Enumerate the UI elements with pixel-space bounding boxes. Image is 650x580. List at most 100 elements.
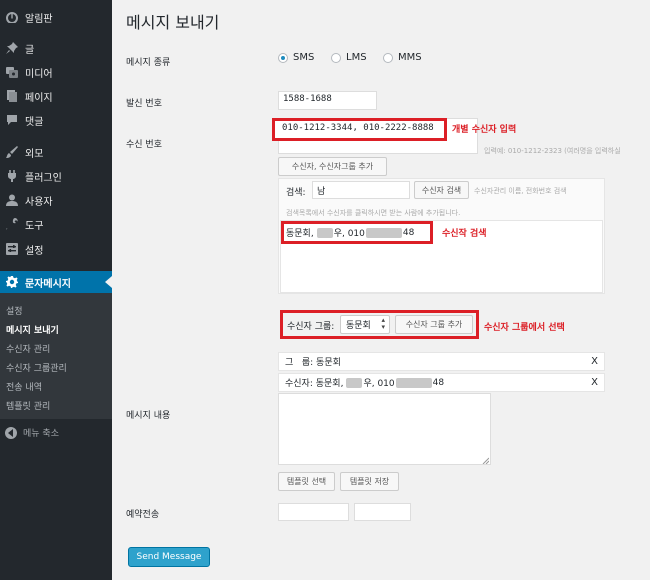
blurred-number: [395, 377, 432, 388]
sms-submenu: 설정 메시지 보내기 수신자 관리 수신자 그룹관리 전송 내역 템플릿 관리: [0, 293, 112, 419]
submenu-recipients[interactable]: 수신자 관리: [6, 342, 50, 355]
menu-sms-active[interactable]: 문자메시지: [0, 271, 112, 293]
search-result-prefix: 동문회,: [286, 229, 314, 239]
add-recipient-button[interactable]: 수신자, 수신자그룹 추가: [278, 157, 387, 176]
menu-posts[interactable]: 글: [0, 38, 112, 58]
radio-sms-dot: [278, 52, 288, 63]
plugin-icon: [5, 169, 19, 183]
page-icon: [5, 89, 19, 103]
remove-recipient-button[interactable]: X: [591, 377, 598, 388]
menu-pages[interactable]: 페이지: [0, 86, 112, 106]
blurred-name: [316, 227, 333, 238]
recipient-number-label: 수신 번호: [126, 140, 162, 150]
menu-dashboard[interactable]: 알림판: [0, 7, 112, 27]
search-hint: 수신자관리 이름, 전화번호 검색: [474, 187, 567, 195]
submenu-recipient-groups[interactable]: 수신자 그룹관리: [6, 361, 67, 374]
user-icon: [5, 193, 19, 207]
collapse-label: 메뉴 축소: [23, 429, 59, 439]
recipient-number-input[interactable]: 010-1212-3344, 010-2222-8888: [282, 123, 434, 133]
radio-sms[interactable]: SMS: [278, 52, 314, 63]
message-content-textarea[interactable]: [278, 393, 491, 465]
group-label: 수신자 그룹:: [287, 322, 335, 332]
selected-recipient-mid: 우, 010: [363, 379, 395, 389]
submenu-templates[interactable]: 템플릿 관리: [6, 399, 50, 412]
scheduled-send-label: 예약전송: [126, 510, 160, 520]
search-input[interactable]: 남: [312, 181, 410, 199]
wrench-icon: [5, 217, 19, 231]
menu-media[interactable]: 미디어: [0, 62, 112, 82]
dashboard-icon: [5, 10, 19, 24]
menu-sms-label: 문자메시지: [25, 278, 71, 290]
radio-lms-dot: [331, 52, 341, 63]
comment-icon: [5, 113, 19, 127]
radio-lms-label: LMS: [346, 52, 367, 63]
search-description: 검색목록에서 수신자를 클릭하시면 받는 사람에 추가됩니다.: [286, 209, 461, 217]
selected-group-text: 그 룹: 동문회: [285, 358, 341, 368]
menu-tools-label: 도구: [25, 220, 44, 232]
recipient-hint: 입력예: 010-1212-2323 (여러명을 입력하실: [484, 147, 621, 155]
search-result-mid: 우, 010: [333, 229, 365, 239]
selected-group-row: 그 룹: 동문회 X: [278, 352, 605, 371]
send-message-button[interactable]: Send Message: [128, 547, 210, 567]
schedule-date-input[interactable]: [278, 503, 349, 521]
menu-settings-label: 설정: [25, 245, 44, 257]
menu-tools[interactable]: 도구: [0, 214, 112, 234]
add-group-button[interactable]: 수신자 그룹 추가: [395, 315, 473, 334]
active-arrow: [105, 276, 112, 288]
menu-dashboard-label: 알림판: [25, 13, 53, 25]
group-select-value: 동문회: [346, 321, 371, 331]
radio-lms[interactable]: LMS: [331, 52, 367, 63]
menu-appearance-label: 외모: [25, 148, 44, 160]
menu-comments-label: 댓글: [25, 116, 44, 128]
selected-recipient-prefix: 수신자: 동문회,: [285, 379, 344, 389]
submenu-send-history[interactable]: 전송 내역: [6, 380, 42, 393]
menu-pages-label: 페이지: [25, 92, 53, 104]
radio-mms-dot: [383, 52, 393, 63]
submenu-settings[interactable]: 설정: [6, 304, 23, 317]
collapse-menu[interactable]: 메뉴 축소: [5, 426, 59, 439]
menu-posts-label: 글: [25, 44, 35, 56]
message-content-label: 메시지 내용: [126, 411, 171, 421]
template-save-button[interactable]: 템플릿 저장: [340, 472, 399, 491]
pin-icon: [5, 41, 19, 55]
search-result-item[interactable]: 동문회, 우, 010 48: [286, 226, 414, 239]
radio-sms-label: SMS: [293, 52, 315, 63]
schedule-time-input[interactable]: [354, 503, 411, 521]
submenu-send-message[interactable]: 메시지 보내기: [6, 323, 59, 336]
menu-plugins-label: 플러그인: [25, 172, 62, 184]
menu-appearance[interactable]: 외모: [0, 142, 112, 162]
sender-number-label: 발신 번호: [126, 99, 162, 109]
recipient-note: 개별 수신자 입력: [452, 125, 517, 135]
search-label: 검색:: [286, 188, 306, 198]
message-type-label: 메시지 종류: [126, 58, 171, 68]
menu-comments[interactable]: 댓글: [0, 110, 112, 130]
menu-users[interactable]: 사용자: [0, 190, 112, 210]
search-result-suffix: 48: [402, 227, 415, 238]
brush-icon: [5, 145, 19, 159]
admin-sidebar: 알림판 글 미디어 페이지 댓글 외모 플러그인 사용자 도구 설정 문자메시지: [0, 0, 112, 580]
blurred-name: [346, 377, 363, 388]
remove-group-button[interactable]: X: [591, 356, 598, 367]
main-content: 메시지 보내기 메시지 종류 SMS LMS MMS 발신 번호 1588-16…: [112, 0, 650, 580]
gear-icon: [5, 275, 19, 289]
selected-recipient-row: 수신자: 동문회, 우, 010 48 X: [278, 373, 605, 392]
resize-handle-icon[interactable]: [482, 456, 490, 465]
selected-recipient-suffix: 48: [432, 377, 445, 388]
page-title: 메시지 보내기: [126, 13, 220, 32]
radio-mms[interactable]: MMS: [383, 52, 422, 63]
blurred-number: [365, 227, 402, 238]
radio-mms-label: MMS: [398, 52, 422, 63]
group-select[interactable]: 동문회 ▴ ▾: [340, 315, 390, 334]
menu-plugins[interactable]: 플러그인: [0, 166, 112, 186]
menu-media-label: 미디어: [25, 68, 53, 80]
search-recipient-button[interactable]: 수신자 검색: [414, 181, 469, 199]
search-note: 수신작 검색: [442, 229, 487, 239]
collapse-arrow-icon: [5, 426, 17, 439]
template-select-button[interactable]: 템플릿 선택: [278, 472, 335, 491]
settings-icon: [5, 242, 19, 256]
menu-settings[interactable]: 설정: [0, 239, 112, 259]
media-icon: [5, 65, 19, 79]
sender-number-input[interactable]: 1588-1688: [278, 91, 377, 110]
menu-users-label: 사용자: [25, 196, 53, 208]
select-arrows-icon: ▴ ▾: [381, 316, 385, 331]
